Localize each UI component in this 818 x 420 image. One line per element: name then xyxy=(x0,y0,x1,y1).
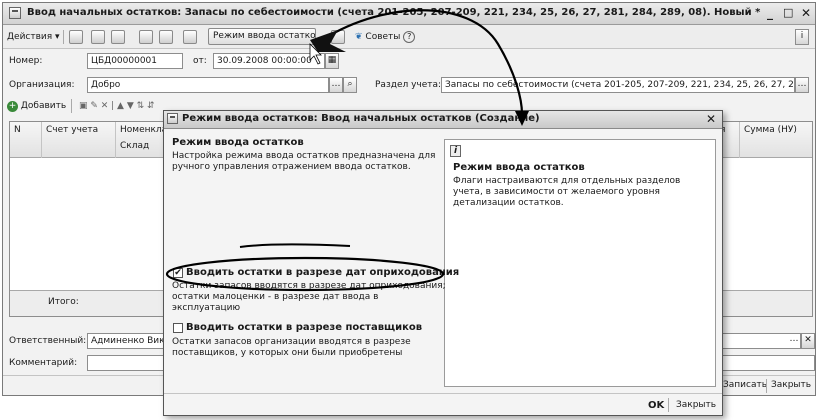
grid-toolbar-separator xyxy=(71,99,72,113)
write-button[interactable]: Записать xyxy=(723,380,767,390)
organization-select-button[interactable]: … xyxy=(329,77,343,93)
responsible-select-button[interactable]: … xyxy=(787,333,801,349)
toolbar-separator xyxy=(63,30,64,44)
copy-icon[interactable] xyxy=(91,30,105,44)
close-window-button[interactable]: ✕ xyxy=(801,6,811,20)
help-text: Флаги настраиваются для отдельных раздел… xyxy=(453,176,681,208)
calendar-icon[interactable]: ▦ xyxy=(325,53,339,69)
dialog-title: Режим ввода остатков: Ввод начальных ост… xyxy=(182,113,540,124)
section-field[interactable]: Запасы по себестоимости (счета 201-205, … xyxy=(441,77,795,93)
option2-description: Остатки запасов организации вводятся в р… xyxy=(172,337,411,358)
option2-checkbox[interactable] xyxy=(173,323,183,333)
add-label: Добавить xyxy=(20,101,67,111)
edit-icon[interactable] xyxy=(111,30,125,44)
col-n[interactable]: N xyxy=(10,122,42,158)
dialog-footer-separator xyxy=(668,398,669,412)
actions-menu[interactable]: Действия ▾ xyxy=(7,29,60,45)
search-icon[interactable]: ⌕ xyxy=(343,77,357,93)
unpost-icon[interactable] xyxy=(159,30,173,44)
post-icon[interactable] xyxy=(139,30,153,44)
help-title: Режим ввода остатков xyxy=(453,162,585,173)
regime-dialog: Режим ввода остатков: Ввод начальных ост… xyxy=(163,110,723,416)
add-row-button[interactable]: + Добавить xyxy=(7,98,66,114)
option2-label[interactable]: Вводить остатки в разрезе поставщиков xyxy=(186,322,422,333)
responsible-label: Ответственный: xyxy=(9,336,87,346)
organization-field[interactable]: Добро xyxy=(87,77,329,93)
number-field[interactable]: ЦБД00000001 xyxy=(87,53,183,69)
actions-label: Действия xyxy=(7,32,53,42)
add-circle-icon: + xyxy=(7,101,18,112)
main-titlebar: Ввод начальных остатков: Запасы по себес… xyxy=(3,3,815,25)
option1-checkbox[interactable]: ✔ xyxy=(173,268,183,278)
add-document-icon[interactable] xyxy=(69,30,83,44)
tips-icon: ❦ xyxy=(355,32,363,42)
section-label: Раздел учета: xyxy=(375,80,442,90)
tips-button[interactable]: ❦ Советы ? xyxy=(355,29,416,45)
ok-button[interactable]: OK xyxy=(648,400,664,411)
option1-label[interactable]: Вводить остатки в разрезе дат оприходова… xyxy=(186,267,459,278)
minimize-button[interactable]: _ xyxy=(767,6,773,20)
col-account[interactable]: Счет учета xyxy=(42,122,116,158)
dialog-document-icon xyxy=(167,113,178,124)
dialog-description: Настройка режима ввода остатков предназн… xyxy=(172,151,436,172)
total-label: Итого: xyxy=(48,297,79,307)
report-icon[interactable] xyxy=(331,30,345,44)
help-info-icon: i xyxy=(450,145,461,157)
info-button[interactable]: i xyxy=(795,29,809,45)
dialog-close-button[interactable]: ✕ xyxy=(706,112,716,126)
maximize-button[interactable]: □ xyxy=(783,6,793,19)
main-title: Ввод начальных остатков: Запасы по себес… xyxy=(27,7,761,18)
section-select-button[interactable]: … xyxy=(795,77,809,93)
comment-label: Комментарий: xyxy=(9,358,78,368)
comment-field[interactable] xyxy=(87,355,169,371)
movements-icon[interactable] xyxy=(183,30,197,44)
footer-separator xyxy=(766,379,767,393)
grid-tool-icons[interactable]: ▣ ✎ ✕ | ▲ ▼ ⇅ ⇵ xyxy=(79,98,155,114)
close-button[interactable]: Закрыть xyxy=(771,380,811,390)
col-sum-nu[interactable]: Сумма (НУ) xyxy=(740,122,814,158)
dialog-close-text-button[interactable]: Закрыть xyxy=(676,400,716,410)
help-panel: i Режим ввода остатков Флаги настраивают… xyxy=(444,139,716,387)
number-label: Номер: xyxy=(9,56,43,66)
option1-description: Остатки запасов вводятся в разрезе дат о… xyxy=(172,281,446,313)
dialog-footer: OK Закрыть xyxy=(164,393,722,415)
responsible-clear-button[interactable]: ✕ xyxy=(801,333,815,349)
organization-label: Организация: xyxy=(9,80,75,90)
main-toolbar: Действия ▾ Режим ввода остатков... ❦ Сов… xyxy=(3,25,815,49)
date-field[interactable]: 30.09.2008 00:00:00 xyxy=(213,53,325,69)
dialog-heading: Режим ввода остатков xyxy=(172,137,304,148)
tips-label: Советы xyxy=(365,32,401,42)
document-icon xyxy=(9,7,21,19)
dialog-titlebar: Режим ввода остатков: Ввод начальных ост… xyxy=(164,111,722,129)
responsible-field[interactable]: Админенко Викт xyxy=(87,333,169,349)
help-circle-icon: ? xyxy=(403,31,416,43)
checkmark-icon: ✔ xyxy=(174,268,182,278)
comment-field-right[interactable] xyxy=(723,355,815,371)
date-label: от: xyxy=(193,56,207,66)
regime-button[interactable]: Режим ввода остатков... xyxy=(208,28,316,45)
